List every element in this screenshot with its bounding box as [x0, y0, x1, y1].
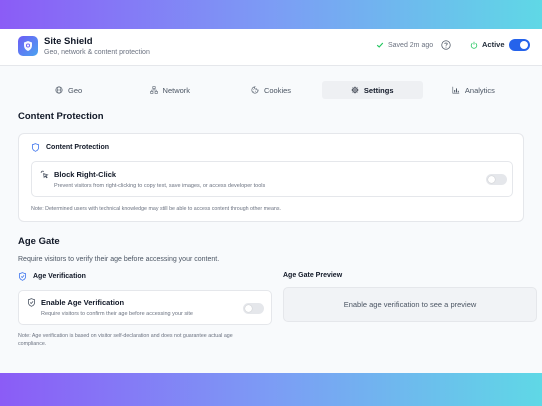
plugin-panel: Site Shield Geo, network & content prote… [0, 29, 542, 373]
enable-age-verification-row: Enable Age Verification Require visitors… [18, 290, 272, 325]
app-subtitle: Geo, network & content protection [44, 49, 150, 56]
chart-icon [452, 86, 460, 94]
network-icon [149, 86, 158, 94]
block-right-click-title: Block Right-Click [54, 170, 117, 179]
enable-age-verification-title: Enable Age Verification [41, 298, 125, 307]
saved-status: Saved 2m ago [376, 41, 433, 49]
top-gradient-band [0, 0, 542, 29]
gear-icon [351, 86, 359, 94]
cookie-icon [251, 86, 259, 94]
tab-bar: Geo Network Cookies Settings Analytics [18, 81, 524, 99]
age-verification-header: Age Verification [18, 272, 86, 281]
block-right-click-description: Prevent visitors from right-clicking to … [54, 183, 266, 189]
enable-age-verification-toggle[interactable] [243, 303, 264, 314]
content-protection-card: Content Protection Block Right-Click Pre… [18, 133, 524, 222]
bottom-gradient-band [0, 373, 542, 406]
age-gate-preview-title: Age Gate Preview [283, 272, 343, 279]
active-toggle[interactable] [509, 39, 530, 51]
tab-geo[interactable]: Geo [18, 81, 119, 99]
content-protection-heading: Content Protection [18, 111, 104, 122]
active-status: Active [470, 40, 505, 49]
age-gate-note-line1: Note: Age verification is based on visit… [18, 333, 233, 339]
shield-check-icon [18, 272, 27, 281]
tab-cookies[interactable]: Cookies [220, 81, 321, 99]
tab-settings[interactable]: Settings [321, 81, 423, 99]
help-icon[interactable] [441, 40, 451, 50]
preview-placeholder: Enable age verification to see a preview [343, 300, 477, 309]
status-label: Active [482, 40, 505, 49]
tab-network[interactable]: Network [119, 81, 220, 99]
age-gate-description: Require visitors to verify their age bef… [18, 256, 220, 263]
enable-age-verification-description: Require visitors to confirm their age be… [41, 311, 193, 317]
tab-label: Geo [68, 85, 83, 95]
card-header: Content Protection [31, 143, 109, 152]
tab-label: Network [162, 85, 191, 95]
tab-analytics[interactable]: Analytics [423, 81, 524, 99]
block-right-click-row: Block Right-Click Prevent visitors from … [31, 161, 513, 197]
age-gate-note: Note: Age verification is based on visit… [18, 333, 278, 348]
globe-icon [55, 86, 63, 94]
cursor-click-icon [40, 170, 49, 179]
tab-label: Cookies [263, 85, 292, 95]
block-right-click-toggle[interactable] [486, 174, 507, 185]
shield-logo-icon [18, 36, 38, 56]
power-icon [470, 41, 478, 49]
app-title: Site Shield [44, 36, 93, 47]
card-title: Content Protection [46, 144, 109, 151]
app-header: Site Shield Geo, network & content prote… [0, 29, 542, 66]
age-verification-title: Age Verification [33, 273, 86, 280]
tab-label: Settings [363, 85, 394, 95]
age-gate-preview-box: Enable age verification to see a preview [283, 287, 537, 322]
check-icon [376, 41, 384, 49]
tab-label: Analytics [464, 85, 495, 95]
shield-icon [31, 143, 40, 152]
shield-icon [27, 298, 36, 307]
content-protection-note: Note: Determined users with technical kn… [31, 206, 281, 212]
saved-status-text: Saved 2m ago [388, 41, 434, 49]
age-gate-heading: Age Gate [18, 236, 60, 247]
age-gate-note-line2: compliance. [18, 340, 47, 347]
